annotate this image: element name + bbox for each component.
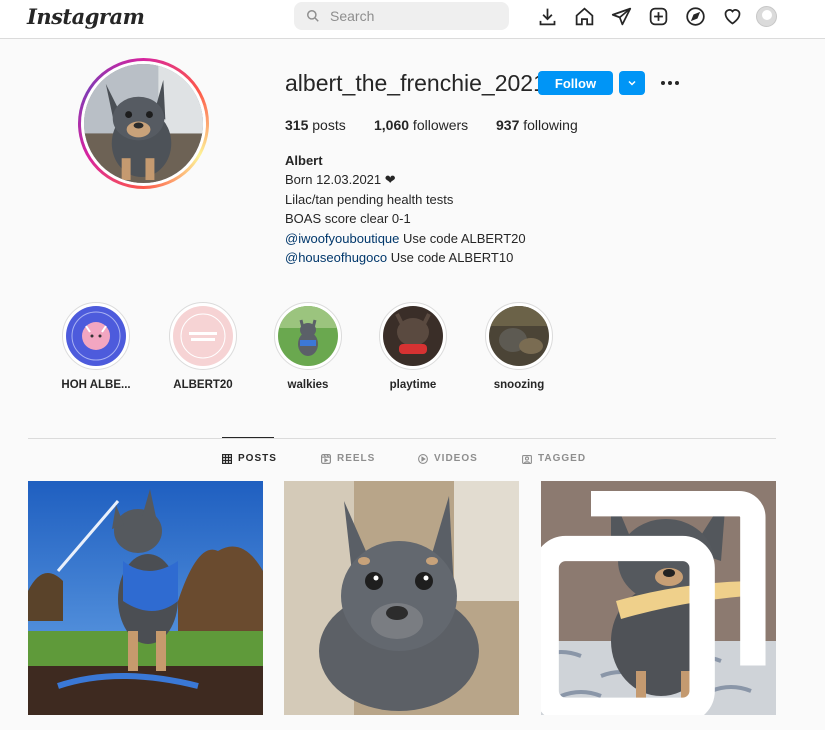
post-thumbnail[interactable] — [541, 481, 776, 715]
highlight-cover-image — [489, 306, 549, 366]
search-icon — [307, 10, 319, 22]
profile-photo — [84, 64, 203, 183]
search-box[interactable] — [294, 2, 509, 30]
chevron-down-icon — [628, 80, 636, 86]
direct-message-icon[interactable] — [610, 5, 632, 27]
new-post-icon[interactable] — [647, 5, 669, 27]
bio-line: @houseofhugoco Use code ALBERT10 — [285, 250, 514, 266]
profile-username: albert_the_frenchie_2021 — [285, 70, 546, 96]
instagram-logo[interactable]: Instagram — [27, 4, 145, 29]
story-highlight[interactable]: walkies — [268, 302, 348, 391]
profile-picture[interactable] — [78, 58, 209, 189]
story-highlight[interactable]: HOH ALBE... — [56, 302, 136, 391]
mention-link-houseofhugoco[interactable]: @houseofhugoco — [285, 250, 387, 265]
tabs-divider — [28, 438, 776, 439]
active-tab-indicator — [222, 437, 274, 438]
profile-stats: 315 posts 1,060 followers 937 following — [285, 117, 578, 133]
highlight-label: HOH ALBE... — [61, 379, 131, 391]
tab-reels[interactable]: REELS — [321, 453, 375, 464]
bio-line: Lilac/tan pending health tests — [285, 191, 454, 207]
follow-button[interactable]: Follow — [538, 71, 613, 95]
highlight-cover-image — [383, 306, 443, 366]
followers-count[interactable]: 1,060 followers — [374, 117, 496, 133]
home-icon[interactable] — [573, 5, 595, 27]
bio-line: BOAS score clear 0-1 — [285, 211, 411, 227]
mention-link-iwoofyouboutique[interactable]: @iwoofyouboutique — [285, 231, 399, 246]
profile-avatar-icon[interactable] — [756, 6, 777, 27]
post-thumbnail[interactable] — [28, 481, 263, 715]
tab-posts[interactable]: POSTS — [222, 453, 277, 464]
tagged-icon — [522, 454, 532, 464]
search-input[interactable] — [330, 8, 490, 24]
tab-tagged[interactable]: TAGGED — [522, 453, 586, 464]
suggested-accounts-dropdown-button[interactable] — [619, 71, 645, 95]
highlight-label: playtime — [389, 379, 437, 391]
highlight-cover-image — [173, 306, 233, 366]
story-highlight[interactable]: playtime — [373, 302, 453, 391]
nav-icons — [536, 5, 758, 27]
highlight-cover-image — [66, 306, 126, 366]
story-highlight[interactable]: snoozing — [479, 302, 559, 391]
following-count[interactable]: 937 following — [496, 117, 578, 133]
download-icon[interactable] — [536, 5, 558, 27]
highlight-cover-image — [278, 306, 338, 366]
highlight-label: ALBERT20 — [173, 379, 233, 391]
profile-full-name: Albert — [285, 153, 323, 168]
reels-icon — [321, 453, 331, 464]
more-options-icon[interactable] — [658, 72, 682, 94]
highlight-label: snoozing — [493, 379, 545, 391]
explore-icon[interactable] — [684, 5, 706, 27]
tab-videos[interactable]: VIDEOS — [418, 453, 478, 464]
profile-bio: Albert Born 12.03.2021 ❤ Lilac/tan pendi… — [285, 151, 526, 267]
video-icon — [418, 453, 428, 464]
story-highlight[interactable]: ALBERT20 — [163, 302, 243, 391]
activity-heart-icon[interactable] — [721, 5, 743, 27]
bio-line: Born 12.03.2021 ❤ — [285, 172, 396, 188]
post-thumbnail[interactable] — [284, 481, 519, 715]
carousel-icon — [541, 490, 766, 715]
bio-line: @iwoofyouboutique Use code ALBERT20 — [285, 230, 526, 246]
highlight-label: walkies — [287, 379, 329, 391]
posts-count: 315 posts — [285, 117, 346, 133]
grid-icon — [222, 453, 232, 464]
top-navigation-bar: Instagram — [0, 0, 825, 39]
